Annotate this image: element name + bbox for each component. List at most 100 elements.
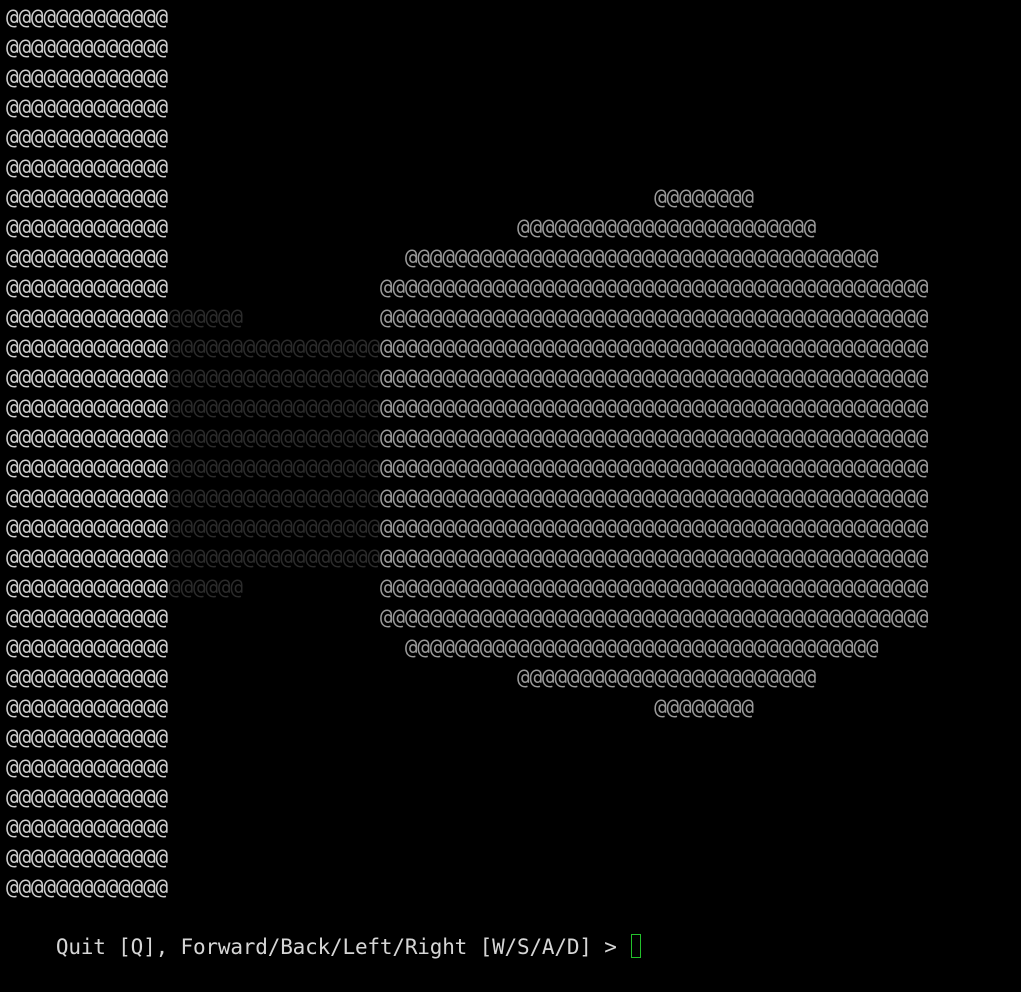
frame-row: @@@@@@@@@@@@@ @@@@@@@@@@@@@@@@@@@@@@@@: [6, 662, 816, 692]
frame-row: @@@@@@@@@@@@@ @@@@@@@@: [6, 692, 754, 722]
text-cursor[interactable]: [631, 934, 642, 958]
frame-segment-dim: @@@@@@@@@@@@@@@@@: [168, 515, 380, 539]
frame-segment-none: [168, 635, 405, 659]
frame-segment-bright: @@@@@@@@@@@@@: [6, 425, 169, 449]
frame-row: @@@@@@@@@@@@@: [6, 32, 168, 62]
frame-segment-mid: @@@@@@@@@@@@@@@@@@@@@@@@@@@@@@@@@@@@@@: [404, 245, 879, 269]
frame-row: @@@@@@@@@@@@@@@@@@@ @@@@@@@@@@@@@@@@@@@@…: [6, 572, 928, 602]
frame-segment-bright: @@@@@@@@@@@@@: [6, 215, 169, 239]
frame-segment-none: [168, 605, 380, 629]
frame-segment-mid: @@@@@@@@: [654, 185, 754, 209]
frame-row: @@@@@@@@@@@@@: [6, 812, 168, 842]
frame-segment-bright: @@@@@@@@@@@@@: [6, 35, 169, 59]
command-prompt: Quit [Q], Forward/Back/Left/Right [W/S/A…: [6, 902, 642, 959]
frame-segment-mid: @@@@@@@@@@@@@@@@@@@@@@@@@@@@@@@@@@@@@@@@…: [379, 605, 929, 629]
frame-segment-none: [168, 275, 380, 299]
frame-segment-bright: @@@@@@@@@@@@@: [6, 125, 169, 149]
frame-row: @@@@@@@@@@@@@@@@@@@@@@@@@@@@@@@@@@@@@@@@…: [6, 452, 928, 482]
frame-segment-bright: @@@@@@@@@@@@@: [6, 545, 169, 569]
frame-segment-mid: @@@@@@@@@@@@@@@@@@@@@@@@@@@@@@@@@@@@@@@@…: [379, 545, 929, 569]
frame-segment-mid: @@@@@@@@@@@@@@@@@@@@@@@@: [517, 665, 817, 689]
frame-row: @@@@@@@@@@@@@: [6, 152, 168, 182]
frame-segment-bright: @@@@@@@@@@@@@: [6, 485, 169, 509]
frame-row: @@@@@@@@@@@@@: [6, 842, 168, 872]
frame-row: @@@@@@@@@@@@@: [6, 782, 168, 812]
frame-segment-none: [168, 215, 517, 239]
frame-segment-bright: @@@@@@@@@@@@@: [6, 95, 169, 119]
frame-segment-none: [243, 305, 380, 329]
frame-segment-mid: @@@@@@@@@@@@@@@@@@@@@@@@@@@@@@@@@@@@@@: [404, 635, 879, 659]
frame-segment-dim: @@@@@@@@@@@@@@@@@: [168, 365, 380, 389]
frame-segment-bright: @@@@@@@@@@@@@: [6, 815, 169, 839]
frame-row: @@@@@@@@@@@@@ @@@@@@@@@@@@@@@@@@@@@@@@@@…: [6, 632, 879, 662]
frame-row: @@@@@@@@@@@@@ @@@@@@@@@@@@@@@@@@@@@@@@: [6, 212, 816, 242]
frame-row: @@@@@@@@@@@@@@@@@@@@@@@@@@@@@@@@@@@@@@@@…: [6, 392, 928, 422]
frame-segment-mid: @@@@@@@@@@@@@@@@@@@@@@@@@@@@@@@@@@@@@@@@…: [379, 515, 929, 539]
frame-segment-mid: @@@@@@@@: [654, 695, 754, 719]
frame-segment-bright: @@@@@@@@@@@@@: [6, 575, 169, 599]
frame-row: @@@@@@@@@@@@@@@@@@@@@@@@@@@@@@@@@@@@@@@@…: [6, 362, 928, 392]
frame-row: @@@@@@@@@@@@@: [6, 62, 168, 92]
frame-segment-mid: @@@@@@@@@@@@@@@@@@@@@@@@@@@@@@@@@@@@@@@@…: [379, 395, 929, 419]
frame-segment-bright: @@@@@@@@@@@@@: [6, 395, 169, 419]
frame-segment-mid: @@@@@@@@@@@@@@@@@@@@@@@@: [517, 215, 817, 239]
frame-segment-bright: @@@@@@@@@@@@@: [6, 605, 169, 629]
frame-segment-bright: @@@@@@@@@@@@@: [6, 635, 169, 659]
prompt-text: Quit [Q], Forward/Back/Left/Right [W/S/A…: [55, 935, 630, 959]
frame-segment-bright: @@@@@@@@@@@@@: [6, 335, 169, 359]
frame-segment-bright: @@@@@@@@@@@@@: [6, 5, 169, 29]
frame-row: @@@@@@@@@@@@@ @@@@@@@@@@@@@@@@@@@@@@@@@@…: [6, 272, 928, 302]
frame-segment-dim: @@@@@@@@@@@@@@@@@: [168, 545, 380, 569]
frame-segment-bright: @@@@@@@@@@@@@: [6, 695, 169, 719]
frame-segment-bright: @@@@@@@@@@@@@: [6, 725, 169, 749]
frame-segment-dim: @@@@@@@@@@@@@@@@@: [168, 425, 380, 449]
frame-segment-mid: @@@@@@@@@@@@@@@@@@@@@@@@@@@@@@@@@@@@@@@@…: [379, 335, 929, 359]
frame-segment-dim: @@@@@@@@@@@@@@@@@: [168, 455, 380, 479]
frame-segment-mid: @@@@@@@@@@@@@@@@@@@@@@@@@@@@@@@@@@@@@@@@…: [379, 365, 929, 389]
frame-row: @@@@@@@@@@@@@: [6, 722, 168, 752]
terminal-window: @@@@@@@@@@@@@ @@@@@@@@@@@@@ @@@@@@@@@@@@@ @…: [0, 0, 1021, 959]
frame-segment-bright: @@@@@@@@@@@@@: [6, 785, 169, 809]
frame-row: @@@@@@@@@@@@@: [6, 122, 168, 152]
frame-segment-mid: @@@@@@@@@@@@@@@@@@@@@@@@@@@@@@@@@@@@@@@@…: [379, 425, 929, 449]
frame-row: @@@@@@@@@@@@@@@@@@@ @@@@@@@@@@@@@@@@@@@@…: [6, 302, 928, 332]
frame-row: @@@@@@@@@@@@@@@@@@@@@@@@@@@@@@@@@@@@@@@@…: [6, 542, 928, 572]
frame-segment-mid: @@@@@@@@@@@@@@@@@@@@@@@@@@@@@@@@@@@@@@@@…: [379, 455, 929, 479]
frame-row: @@@@@@@@@@@@@ @@@@@@@@@@@@@@@@@@@@@@@@@@…: [6, 602, 928, 632]
frame-row: @@@@@@@@@@@@@: [6, 872, 168, 902]
frame-segment-bright: @@@@@@@@@@@@@: [6, 245, 169, 269]
frame-segment-bright: @@@@@@@@@@@@@: [6, 875, 169, 899]
frame-segment-mid: @@@@@@@@@@@@@@@@@@@@@@@@@@@@@@@@@@@@@@@@…: [379, 485, 929, 509]
frame-segment-none: [243, 575, 380, 599]
frame-segment-bright: @@@@@@@@@@@@@: [6, 65, 169, 89]
frame-segment-bright: @@@@@@@@@@@@@: [6, 755, 169, 779]
frame-segment-mid: @@@@@@@@@@@@@@@@@@@@@@@@@@@@@@@@@@@@@@@@…: [379, 275, 929, 299]
frame-segment-mid: @@@@@@@@@@@@@@@@@@@@@@@@@@@@@@@@@@@@@@@@…: [379, 305, 929, 329]
frame-segment-bright: @@@@@@@@@@@@@: [6, 155, 169, 179]
frame-segment-dim: @@@@@@@@@@@@@@@@@: [168, 395, 380, 419]
frame-row: @@@@@@@@@@@@@ @@@@@@@@: [6, 182, 754, 212]
frame-segment-bright: @@@@@@@@@@@@@: [6, 665, 169, 689]
frame-segment-none: [168, 245, 405, 269]
frame-segment-dim: @@@@@@@@@@@@@@@@@: [168, 335, 380, 359]
frame-segment-dim: @@@@@@: [168, 575, 243, 599]
frame-row: @@@@@@@@@@@@@: [6, 2, 168, 32]
frame-segment-bright: @@@@@@@@@@@@@: [6, 305, 169, 329]
frame-row: @@@@@@@@@@@@@@@@@@@@@@@@@@@@@@@@@@@@@@@@…: [6, 482, 928, 512]
frame-segment-bright: @@@@@@@@@@@@@: [6, 455, 169, 479]
frame-row: @@@@@@@@@@@@@: [6, 92, 168, 122]
frame-row: @@@@@@@@@@@@@@@@@@@@@@@@@@@@@@@@@@@@@@@@…: [6, 512, 928, 542]
frame-segment-bright: @@@@@@@@@@@@@: [6, 185, 169, 209]
frame-segment-none: [168, 665, 517, 689]
frame-row: @@@@@@@@@@@@@@@@@@@@@@@@@@@@@@@@@@@@@@@@…: [6, 422, 928, 452]
frame-segment-mid: @@@@@@@@@@@@@@@@@@@@@@@@@@@@@@@@@@@@@@@@…: [379, 575, 929, 599]
frame-segment-none: [168, 695, 654, 719]
frame-segment-dim: @@@@@@: [168, 305, 243, 329]
frame-row: @@@@@@@@@@@@@@@@@@@@@@@@@@@@@@@@@@@@@@@@…: [6, 332, 928, 362]
frame-row: @@@@@@@@@@@@@: [6, 752, 168, 782]
frame-segment-bright: @@@@@@@@@@@@@: [6, 515, 169, 539]
frame-row: @@@@@@@@@@@@@ @@@@@@@@@@@@@@@@@@@@@@@@@@…: [6, 242, 879, 272]
frame-segment-none: [168, 185, 654, 209]
frame-segment-bright: @@@@@@@@@@@@@: [6, 275, 169, 299]
frame-segment-bright: @@@@@@@@@@@@@: [6, 365, 169, 389]
